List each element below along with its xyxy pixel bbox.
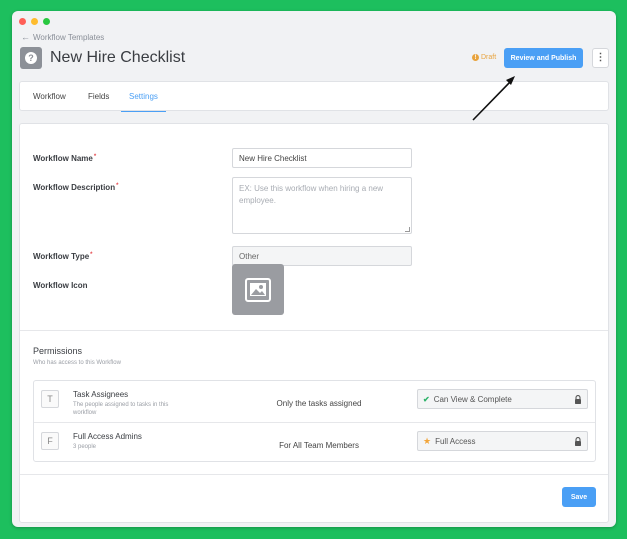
- workflow-icon-label: Workflow Icon: [33, 281, 88, 290]
- permission-scope: For All Team Members: [279, 441, 359, 450]
- permissions-table: T Task Assignees The people assigned to …: [33, 380, 596, 462]
- workflow-icon-picker[interactable]: [232, 264, 284, 315]
- workflow-icon-thumbnail: ?: [20, 47, 42, 69]
- kebab-menu-icon: ⋮: [595, 52, 606, 63]
- permissions-subtitle: Who has access to this Workflow: [33, 360, 121, 366]
- section-divider: [20, 330, 608, 331]
- workflow-description-label: Workflow Description*: [33, 183, 119, 192]
- permission-name: Task Assignees: [73, 390, 129, 399]
- workflow-type-field[interactable]: Other: [232, 246, 412, 266]
- settings-card: Workflow Name* New Hire Checklist Workfl…: [19, 123, 609, 523]
- tab-workflow[interactable]: Workflow: [33, 82, 66, 112]
- more-options-button[interactable]: ⋮: [592, 48, 609, 68]
- window-minimize-button[interactable]: [31, 18, 38, 25]
- avatar: T: [41, 390, 59, 408]
- back-link-label: Workflow Templates: [33, 32, 105, 42]
- workflow-name-label: Workflow Name*: [33, 154, 97, 163]
- status-badge: ! Draft: [472, 54, 496, 61]
- back-link[interactable]: ← Workflow Templates: [21, 32, 104, 42]
- image-icon: [245, 277, 271, 302]
- tab-bar: Workflow Fields Settings: [19, 81, 609, 112]
- permissions-title: Permissions: [33, 346, 83, 356]
- tab-settings[interactable]: Settings: [121, 82, 166, 112]
- tab-fields[interactable]: Fields: [88, 82, 109, 112]
- permission-scope: Only the tasks assigned: [276, 399, 362, 408]
- status-label: Draft: [481, 54, 497, 61]
- access-level-label: Can View & Complete: [433, 394, 512, 404]
- review-publish-button[interactable]: Review and Publish: [504, 48, 583, 68]
- permission-description: 3 people: [73, 444, 97, 450]
- permission-description: The people assigned to tasks in this wor…: [73, 402, 169, 416]
- access-level-select[interactable]: ✔ Can View & Complete: [417, 389, 588, 409]
- permission-name: Full Access Admins: [73, 432, 142, 441]
- alert-icon: !: [472, 54, 479, 61]
- lock-icon: [575, 437, 581, 446]
- permission-row-task-assignees: T Task Assignees The people assigned to …: [34, 381, 595, 421]
- workflow-type-label: Workflow Type*: [33, 252, 93, 261]
- access-level-select[interactable]: ★ Full Access: [417, 431, 588, 451]
- resize-handle-icon[interactable]: [405, 227, 410, 232]
- workflow-name-input[interactable]: New Hire Checklist: [232, 148, 412, 168]
- app-window: ← Workflow Templates ? New Hire Checklis…: [12, 11, 616, 527]
- footer-divider: [20, 474, 608, 475]
- save-button[interactable]: Save: [562, 487, 596, 507]
- avatar: F: [41, 432, 59, 450]
- permission-row-full-access-admins: F Full Access Admins 3 people For All Te…: [34, 422, 595, 462]
- lock-icon: [575, 395, 581, 404]
- annotation-arrow-icon: [472, 76, 515, 121]
- page-title: New Hire Checklist: [50, 49, 186, 66]
- window-close-button[interactable]: [19, 18, 26, 25]
- check-icon: ✔: [423, 394, 430, 404]
- question-icon: ?: [25, 52, 37, 64]
- star-icon: ★: [423, 435, 432, 446]
- description-placeholder: EX: Use this workflow when hiring a new …: [239, 184, 384, 205]
- access-level-label: Full Access: [435, 436, 476, 446]
- window-maximize-button[interactable]: [43, 18, 50, 25]
- arrow-left-icon: ←: [21, 32, 30, 42]
- workflow-description-textarea[interactable]: EX: Use this workflow when hiring a new …: [232, 177, 412, 234]
